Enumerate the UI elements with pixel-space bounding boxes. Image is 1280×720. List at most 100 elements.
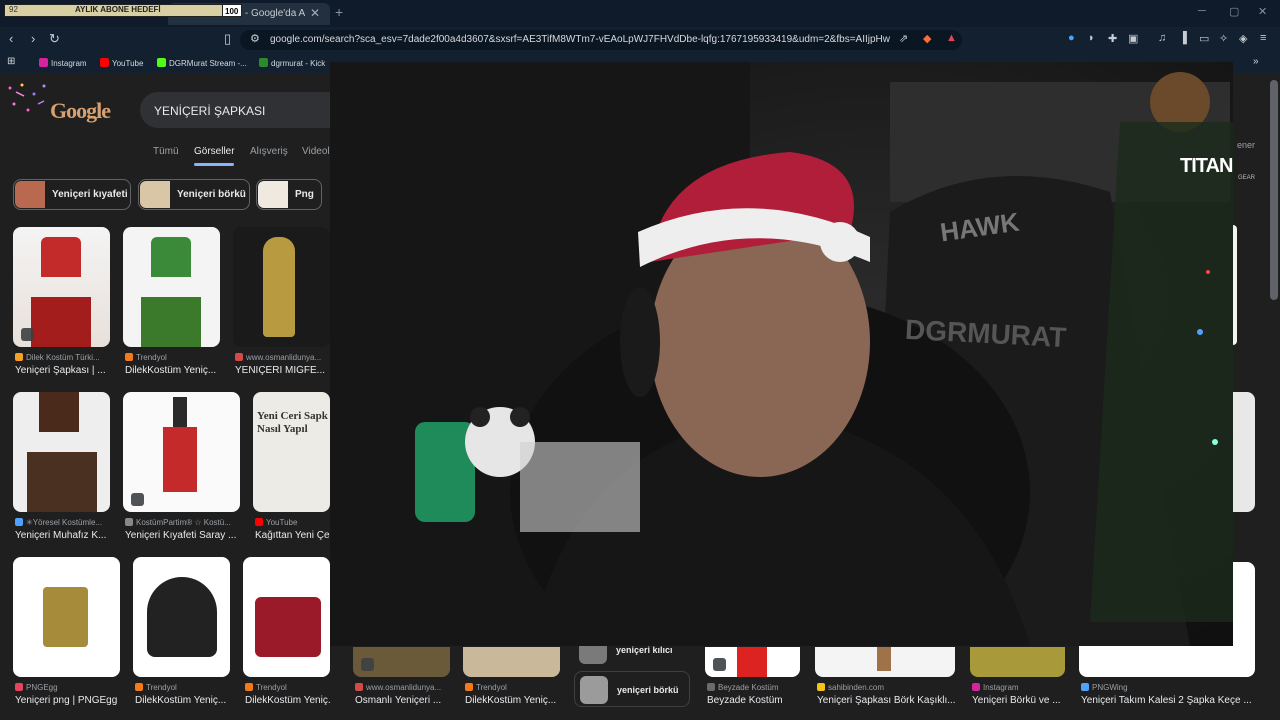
result-source[interactable]: PNGWing bbox=[1081, 683, 1255, 692]
result-image bbox=[133, 557, 230, 677]
result-title[interactable]: DilekKostüm Yeniç... bbox=[135, 695, 230, 706]
related-thumbnail bbox=[580, 676, 608, 704]
result-source[interactable]: Trendyol bbox=[245, 683, 330, 692]
bookmark-dgrmurat-kick[interactable]: dgrmurat - Kick bbox=[259, 58, 325, 68]
minimize-icon[interactable]: ─ bbox=[1198, 5, 1206, 17]
tab-all[interactable]: Tümü bbox=[153, 146, 179, 157]
back-icon[interactable]: ‹ bbox=[9, 31, 13, 46]
result-image: Yeni Ceri Sapk Nasıl Yapıl bbox=[253, 392, 330, 512]
chip-yeniceri-kiyafeti[interactable]: Yeniçeri kıyafeti bbox=[13, 179, 131, 210]
result-source[interactable]: sahibinden.com bbox=[817, 683, 955, 692]
tab-images[interactable]: Görseller bbox=[194, 146, 235, 157]
subscriber-count: 92 bbox=[9, 5, 18, 14]
result-source[interactable]: Instagram bbox=[972, 683, 1065, 692]
result-title[interactable]: Yeniçeri Takım Kalesi 2 Şapka Keçe ... bbox=[1081, 695, 1255, 706]
more-bookmarks-icon[interactable]: » bbox=[1253, 56, 1259, 67]
result-image bbox=[815, 647, 955, 677]
instagram-icon bbox=[39, 58, 48, 67]
extensions-icon[interactable]: ✚ bbox=[1108, 32, 1117, 45]
truncated-tab-label: ener bbox=[1237, 140, 1256, 150]
apps-icon[interactable]: ⊞ bbox=[7, 56, 15, 67]
tab-videos[interactable]: Videol bbox=[302, 146, 330, 157]
kick-icon bbox=[259, 58, 268, 67]
result-title[interactable]: DilekKostüm Yeniç... bbox=[465, 695, 560, 706]
active-tab-indicator bbox=[194, 163, 234, 166]
chip-yeniceri-borku[interactable]: Yeniçeri börkü bbox=[138, 179, 250, 210]
result-title[interactable]: Yeniçeri Börkü ve ... bbox=[972, 695, 1065, 706]
result-image bbox=[970, 647, 1065, 677]
brave-shield-icon[interactable]: ◆ bbox=[923, 32, 931, 45]
forward-icon[interactable]: › bbox=[31, 31, 35, 46]
result-source[interactable]: Trendyol bbox=[125, 353, 220, 362]
result-title[interactable]: Yeniçeri Kıyafeti Saray ... bbox=[125, 530, 237, 541]
result-source[interactable]: www.osmanlidunya... bbox=[235, 353, 330, 362]
result-image bbox=[1233, 392, 1255, 512]
media-icon[interactable]: ♫ bbox=[1158, 32, 1166, 44]
extension-icon[interactable]: ● bbox=[1068, 32, 1075, 44]
subscriber-goal-value: 100 bbox=[222, 4, 242, 17]
result-image bbox=[1233, 225, 1237, 345]
result-image bbox=[13, 557, 120, 677]
bookmark-dgrmurat-stream[interactable]: DGRMurat Stream -... bbox=[157, 58, 247, 68]
result-source[interactable]: Dilek Kostüm Türki... bbox=[15, 353, 110, 362]
scrollbar[interactable] bbox=[1270, 80, 1278, 300]
result-title[interactable]: Yeniçeri Şapkası | ... bbox=[15, 365, 110, 376]
leo-ai-icon[interactable]: ✧ bbox=[1219, 32, 1228, 45]
wallet-icon[interactable]: ▭ bbox=[1199, 32, 1209, 45]
reload-icon[interactable]: ↻ bbox=[49, 31, 60, 47]
result-title[interactable]: YENİÇERİ MİĞFE... bbox=[235, 365, 330, 376]
result-source[interactable]: YouTube bbox=[255, 518, 330, 527]
result-title[interactable]: Yeniçeri Muhafız K... bbox=[15, 530, 110, 541]
result-title[interactable]: Yeniçeri Şapkası Börk Kaşıklı... bbox=[817, 695, 955, 706]
badge-icon bbox=[131, 493, 144, 506]
result-source[interactable]: Trendyol bbox=[135, 683, 230, 692]
related-search[interactable]: yeniçeri börkü bbox=[574, 671, 690, 707]
chip-png[interactable]: Png bbox=[256, 179, 322, 210]
youtube-icon bbox=[100, 58, 109, 67]
result-source[interactable]: www.osmanlidunya... bbox=[355, 683, 450, 692]
result-title[interactable]: DilekKostüm Yeniç... bbox=[125, 365, 220, 376]
badge-icon bbox=[21, 328, 34, 341]
bookmark-instagram[interactable]: Instagram bbox=[39, 58, 87, 68]
chip-thumbnail bbox=[140, 181, 170, 208]
bookmark-youtube[interactable]: YouTube bbox=[100, 58, 143, 68]
vpn-icon[interactable]: ◈ bbox=[1239, 32, 1247, 45]
site-info-icon[interactable]: ⚙ bbox=[250, 32, 260, 45]
bookmark-icon[interactable]: ▯ bbox=[224, 31, 231, 47]
result-title[interactable]: Osmanlı Yeniçeri ... bbox=[355, 695, 450, 706]
result-image bbox=[233, 227, 330, 347]
new-tab-icon[interactable]: + bbox=[335, 4, 343, 20]
result-image bbox=[13, 392, 110, 512]
result-title[interactable]: Beyzade Kostüm bbox=[707, 695, 800, 706]
webcam-feed bbox=[330, 62, 1233, 646]
result-source[interactable]: ✳Yöresel Kostümle... bbox=[15, 518, 110, 527]
google-logo[interactable]: Google bbox=[50, 98, 111, 124]
close-window-icon[interactable]: ✕ bbox=[1258, 5, 1267, 18]
maximize-icon[interactable]: ▢ bbox=[1229, 5, 1239, 18]
chip-thumbnail bbox=[258, 181, 288, 208]
menu-icon[interactable]: ≡ bbox=[1260, 32, 1266, 44]
result-image bbox=[243, 557, 330, 677]
rewards-icon[interactable]: ▲ bbox=[946, 32, 957, 44]
subscriber-goal-title: AYLIK ABONE HEDEFİ bbox=[75, 5, 161, 14]
result-title[interactable]: Kağıttan Yeni Çer bbox=[255, 530, 330, 541]
result-source[interactable]: Trendyol bbox=[465, 683, 560, 692]
sidebar-icon[interactable]: ▐ bbox=[1179, 32, 1187, 44]
tab-shopping[interactable]: Alışveriş bbox=[250, 146, 288, 157]
result-source[interactable]: KostümPartim® ☆ Kostü... bbox=[125, 518, 237, 527]
badge-icon bbox=[713, 658, 726, 671]
url-text: google.com/search?sca_esv=7dade2f00a4d36… bbox=[270, 34, 890, 45]
webcam-overlay bbox=[330, 62, 1233, 646]
audio-icon[interactable]: ◗ bbox=[1088, 32, 1095, 44]
titan-logo: TITAN bbox=[1180, 155, 1233, 177]
result-title[interactable]: DilekKostüm Yeniç... bbox=[245, 695, 330, 706]
chip-thumbnail bbox=[15, 181, 45, 208]
screenshot-icon[interactable]: ▣ bbox=[1128, 32, 1138, 45]
result-source[interactable]: PNGEgg bbox=[15, 683, 120, 692]
result-source[interactable]: Beyzade Kostüm bbox=[707, 683, 800, 692]
badge-icon bbox=[361, 658, 374, 671]
kick-icon bbox=[157, 58, 166, 67]
result-title[interactable]: Yeniçeri png | PNGEgg bbox=[15, 695, 120, 706]
share-icon[interactable]: ⇗ bbox=[899, 32, 908, 45]
close-tab-icon[interactable]: ✕ bbox=[310, 6, 320, 20]
